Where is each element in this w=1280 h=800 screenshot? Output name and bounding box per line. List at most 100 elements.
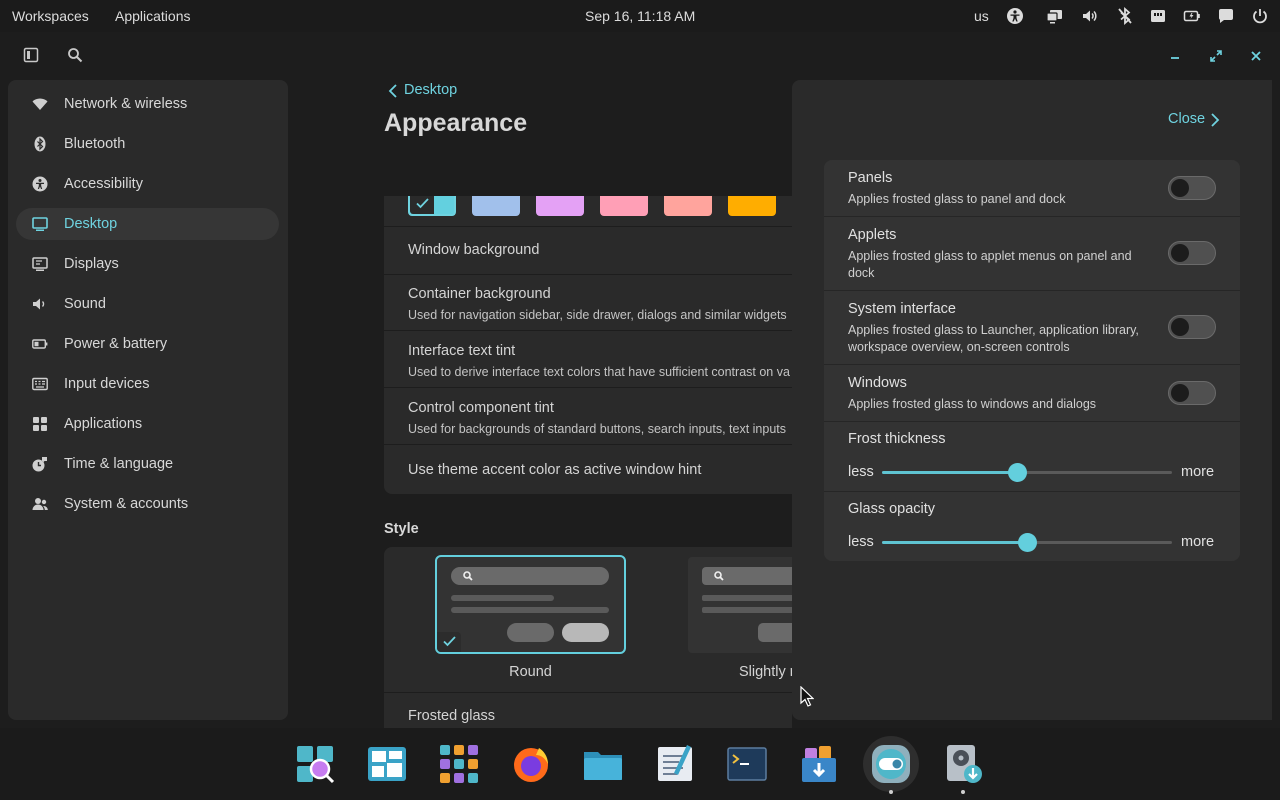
power-icon[interactable] — [1251, 7, 1269, 25]
system-interface-desc: Applies frosted glass to Launcher, appli… — [848, 323, 1139, 354]
windows-toggle[interactable] — [1168, 381, 1216, 405]
glass-opacity-title: Glass opacity — [848, 501, 936, 517]
sidebar-item-input-devices[interactable]: Input devices — [16, 368, 279, 400]
slider-thumb[interactable] — [1018, 533, 1037, 552]
color-settings-card: Window background Container background U… — [384, 196, 792, 494]
keyboard-layout-indicator[interactable]: us — [974, 8, 989, 24]
sidebar-item-label: Bluetooth — [64, 136, 126, 152]
sidebar-toggle-icon[interactable] — [23, 47, 39, 63]
sidebar-item-displays[interactable]: Displays — [16, 248, 279, 280]
chevron-left-icon — [388, 84, 397, 98]
bluetooth-icon — [34, 136, 46, 152]
glass-opacity-slider[interactable] — [882, 533, 1172, 552]
sidebar-item-desktop[interactable]: Desktop — [16, 208, 279, 240]
time-language-icon — [32, 457, 47, 472]
sidebar-item-applications[interactable]: Applications — [16, 408, 279, 440]
drawer-close-button[interactable]: Close — [1168, 111, 1228, 131]
network-icon[interactable] — [1149, 7, 1167, 25]
sidebar-item-time-language[interactable]: Time & language — [16, 448, 279, 480]
minimize-icon[interactable] — [1168, 49, 1182, 63]
displays-icon — [32, 257, 48, 271]
sidebar-item-accessibility[interactable]: Accessibility — [16, 168, 279, 200]
accessibility-icon[interactable] — [1006, 7, 1024, 25]
wifi-icon — [32, 98, 48, 110]
control-component-tint-desc: Used for backgrounds of standard buttons… — [408, 422, 786, 436]
battery-icon[interactable] — [1183, 7, 1201, 25]
dock — [0, 728, 1280, 800]
slider-thumb[interactable] — [1007, 463, 1027, 482]
windows-desc: Applies frosted glass to windows and dia… — [848, 397, 1097, 411]
clock[interactable]: Sep 16, 11:18 AM — [585, 8, 695, 24]
sidebar-item-label: Accessibility — [64, 176, 143, 192]
apps-grid-icon — [33, 417, 47, 431]
bluetooth-off-icon[interactable] — [1116, 7, 1134, 25]
style-option-round[interactable] — [435, 555, 626, 654]
dock-firefox[interactable] — [503, 736, 559, 792]
accent-swatch-selected[interactable] — [408, 196, 456, 216]
dock-installer[interactable] — [935, 736, 991, 792]
accent-swatch[interactable] — [536, 196, 584, 216]
workspaces-button[interactable]: Workspaces — [12, 8, 89, 24]
sidebar-item-label: Network & wireless — [64, 96, 188, 112]
settings-window: Network & wireless Bluetooth Accessibili… — [0, 32, 1280, 728]
applets-desc: Applies frosted glass to applet menus on… — [848, 249, 1132, 280]
frost-thickness-max-label: more — [1181, 464, 1215, 480]
volume-icon[interactable] — [1081, 7, 1099, 25]
appearance-page: Desktop Appearance Window background Con… — [288, 80, 792, 728]
notifications-icon[interactable] — [1217, 7, 1235, 25]
frost-thickness-min-label: less — [848, 464, 874, 480]
search-icon — [714, 571, 724, 581]
style-option-slightly-round-label: Slightly r — [739, 664, 792, 680]
glass-opacity-max-label: more — [1181, 534, 1215, 550]
sidebar-item-label: Power & battery — [64, 336, 168, 352]
control-component-tint-label: Control component tint — [408, 400, 554, 416]
running-indicator — [889, 790, 893, 794]
applications-button[interactable]: Applications — [115, 8, 191, 24]
back-button[interactable]: Desktop — [386, 81, 476, 101]
dock-store[interactable] — [791, 736, 847, 792]
accent-window-hint-label: Use theme accent color as active window … — [408, 462, 702, 478]
system-interface-toggle[interactable] — [1168, 315, 1216, 339]
glass-opacity-min-label: less — [848, 534, 874, 550]
frosted-glass-row[interactable]: Frosted glass — [408, 708, 495, 724]
frost-thickness-slider[interactable] — [882, 463, 1172, 482]
sidebar-item-sound[interactable]: Sound — [16, 288, 279, 320]
dock-terminal[interactable] — [719, 736, 775, 792]
accent-swatch[interactable] — [728, 196, 776, 216]
display-icon[interactable] — [1046, 7, 1064, 25]
accent-swatch[interactable] — [600, 196, 648, 216]
app-library-icon — [440, 745, 478, 783]
applets-title: Applets — [848, 227, 897, 243]
page-title: Appearance — [384, 109, 528, 137]
sidebar-item-power[interactable]: Power & battery — [16, 328, 279, 360]
sidebar-item-label: System & accounts — [64, 496, 189, 512]
close-icon[interactable] — [1249, 49, 1263, 63]
applets-toggle[interactable] — [1168, 241, 1216, 265]
dock-settings[interactable] — [863, 736, 919, 792]
sidebar-item-label: Time & language — [64, 456, 174, 472]
container-background-label: Container background — [408, 286, 551, 302]
dock-files[interactable] — [575, 736, 631, 792]
dock-app-library[interactable] — [431, 736, 487, 792]
launcher-icon — [297, 746, 335, 784]
accent-swatch[interactable] — [664, 196, 712, 216]
accounts-icon — [32, 498, 48, 510]
keyboard-icon — [32, 377, 48, 391]
dock-workspaces[interactable] — [359, 736, 415, 792]
maximize-icon[interactable] — [1209, 49, 1223, 63]
style-option-slightly-round[interactable] — [688, 557, 792, 653]
chevron-right-icon — [1211, 113, 1220, 127]
panels-toggle[interactable] — [1168, 176, 1216, 200]
settings-icon — [872, 745, 910, 783]
sidebar-item-bluetooth[interactable]: Bluetooth — [16, 128, 279, 160]
style-option-round-label: Round — [509, 664, 552, 680]
sidebar-item-network[interactable]: Network & wireless — [16, 88, 279, 120]
dock-text-editor[interactable] — [647, 736, 703, 792]
dock-launcher[interactable] — [287, 736, 343, 792]
sidebar-item-system-accounts[interactable]: System & accounts — [16, 488, 279, 520]
store-icon — [802, 746, 836, 782]
terminal-icon — [727, 747, 767, 781]
search-icon[interactable] — [67, 47, 83, 63]
text-editor-icon — [658, 745, 692, 781]
accent-swatch[interactable] — [472, 196, 520, 216]
